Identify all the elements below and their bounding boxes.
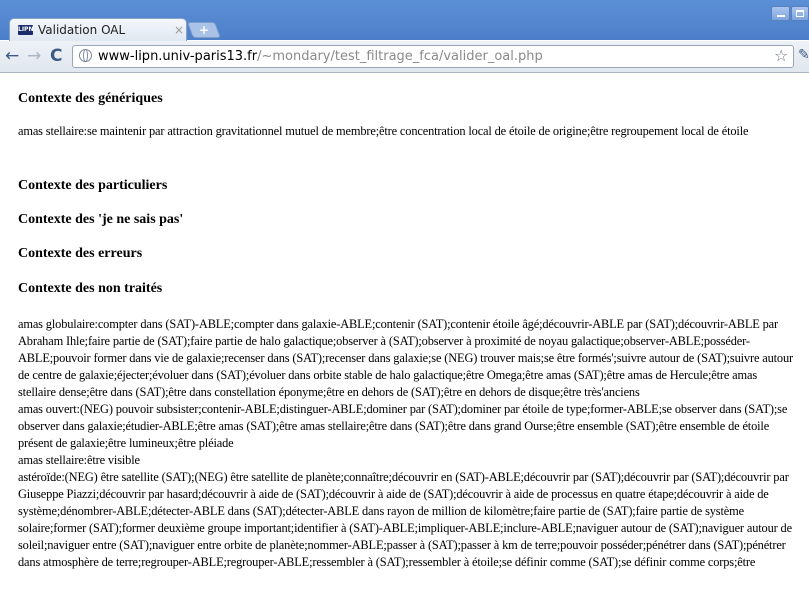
page-globe-icon xyxy=(79,49,92,62)
browser-toolbar: ← → C www-lipn.univ-paris13.fr/~mondary/… xyxy=(0,41,809,73)
bookmark-star-icon[interactable]: ☆ xyxy=(774,47,788,65)
generiques-text: amas stellaire:se maintenir par attracti… xyxy=(18,124,749,138)
maximize-button[interactable] xyxy=(791,6,809,21)
back-arrow-icon[interactable]: ← xyxy=(5,47,19,65)
heading-je-ne-sais-pas: Contexte des 'je ne sais pas' xyxy=(18,212,184,227)
list-item: amas stellaire:être visible xyxy=(18,453,140,467)
non-traites-list: amas globulaire:compter dans (SAT)-ABLE;… xyxy=(18,316,796,571)
new-tab-button[interactable]: + xyxy=(187,22,221,38)
heading-non-traites: Contexte des non traités xyxy=(18,281,163,296)
tab-close-icon[interactable]: × xyxy=(174,23,184,37)
forward-arrow-icon[interactable]: → xyxy=(27,47,41,65)
heading-particuliers: Contexte des particuliers xyxy=(18,178,168,193)
address-bar[interactable]: www-lipn.univ-paris13.fr/~mondary/test_f… xyxy=(72,45,794,68)
url-text[interactable]: www-lipn.univ-paris13.fr/~mondary/test_f… xyxy=(98,48,543,65)
url-path: /~mondary/test_filtrage_fca/valider_oal.… xyxy=(257,49,543,64)
tab-title: Validation OAL xyxy=(38,23,126,37)
browser-tab[interactable]: LIPN Validation OAL × xyxy=(9,18,187,42)
wrench-menu-icon[interactable]: ✎ xyxy=(798,47,809,63)
lipn-favicon-icon: LIPN xyxy=(18,25,34,35)
window-titlebar: LIPN Validation OAL × + xyxy=(0,0,809,42)
list-item: amas ouvert:(NEG) pouvoir subsister;cont… xyxy=(18,402,788,450)
reload-icon[interactable]: C xyxy=(50,47,62,65)
list-item: astéroïde:(NEG) être satellite (SAT);(NE… xyxy=(18,470,792,569)
list-item: amas globulaire:compter dans (SAT)-ABLE;… xyxy=(18,317,794,399)
plus-icon: + xyxy=(198,23,210,37)
heading-generiques: Contexte des génériques xyxy=(18,91,163,106)
minimize-button[interactable] xyxy=(771,6,790,21)
url-host: www-lipn.univ-paris13.fr xyxy=(98,49,258,64)
heading-erreurs: Contexte des erreurs xyxy=(18,246,143,261)
